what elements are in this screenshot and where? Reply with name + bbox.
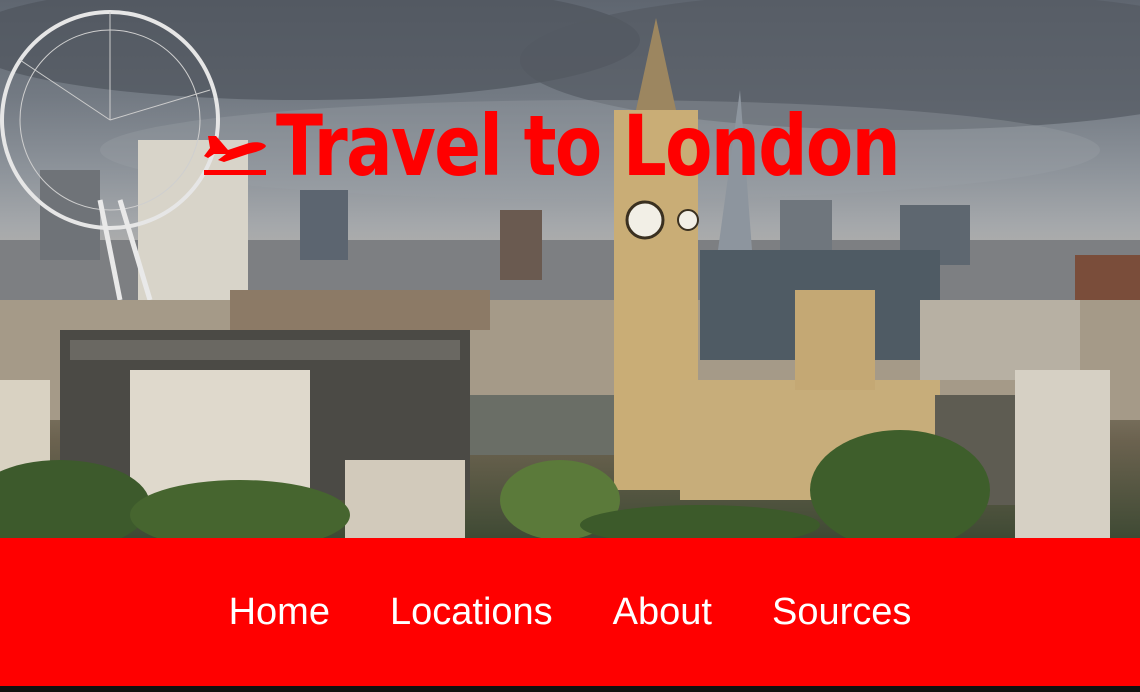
page-bottom-divider xyxy=(0,686,1140,692)
airplane-departure-icon xyxy=(204,136,266,175)
nav-link-about[interactable]: About xyxy=(613,591,712,634)
nav-link-home[interactable]: Home xyxy=(229,591,330,634)
site-title: Travel to London xyxy=(276,97,901,195)
site-header: Travel to London xyxy=(198,96,1036,196)
london-skyline-image xyxy=(0,0,1140,538)
hero-banner: Travel to London xyxy=(0,0,1140,538)
nav-link-locations[interactable]: Locations xyxy=(390,591,553,634)
main-navigation: Home Locations About Sources xyxy=(0,538,1140,686)
nav-link-sources[interactable]: Sources xyxy=(772,591,911,634)
